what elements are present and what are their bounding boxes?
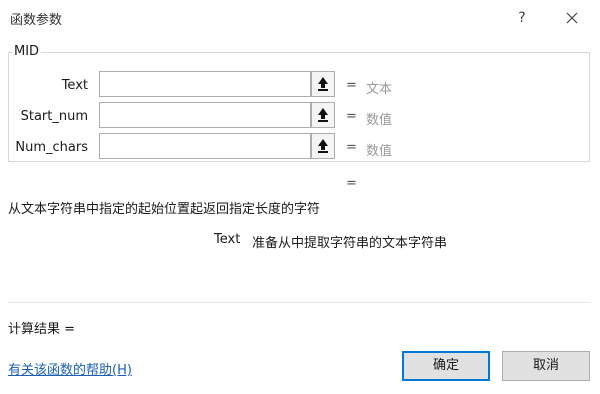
title-bar: 函数参数 ? — [0, 0, 600, 36]
current-param-description: 准备从中提取字符串的文本字符串 — [252, 236, 448, 251]
close-icon[interactable] — [560, 6, 584, 30]
dialog-title: 函数参数 — [10, 13, 63, 28]
text-input[interactable] — [99, 71, 311, 97]
arg-type-hint: 文本 — [366, 82, 393, 97]
divider — [8, 302, 590, 303]
collapse-dialog-button-num-chars[interactable] — [311, 133, 335, 159]
help-button[interactable]: ? — [510, 6, 534, 30]
calc-result-label: 计算结果 = — [8, 322, 76, 337]
cancel-button[interactable]: 取消 — [502, 351, 590, 381]
equals-sign: = — [346, 78, 357, 93]
equals-sign: = — [346, 109, 357, 124]
arg-label-text: Text — [61, 78, 88, 93]
collapse-dialog-button-text[interactable] — [311, 71, 335, 97]
num-chars-input[interactable] — [99, 133, 311, 159]
function-result-equals: = — [346, 176, 357, 191]
function-arguments-dialog: 函数参数 ? MID Text = 文本 Start_num = 数值 Num_… — [0, 0, 600, 394]
arrow-up-icon — [318, 77, 328, 91]
arg-label-start-num: Start_num — [20, 109, 88, 124]
equals-sign: = — [346, 140, 357, 155]
current-param-name: Text — [214, 232, 241, 247]
arrow-up-icon — [318, 108, 328, 122]
start-num-input[interactable] — [99, 102, 311, 128]
function-name: MID — [12, 44, 42, 59]
function-help-link[interactable]: 有关该函数的帮助(H) — [8, 359, 132, 378]
arg-label-num-chars: Num_chars — [15, 140, 88, 155]
function-description: 从文本字符串中指定的起始位置起返回指定长度的字符 — [8, 202, 321, 217]
ok-button[interactable]: 确定 — [402, 351, 490, 381]
arg-type-hint: 数值 — [366, 144, 393, 159]
arrow-up-icon — [318, 139, 328, 153]
arg-type-hint: 数值 — [366, 113, 393, 128]
collapse-dialog-button-start-num[interactable] — [311, 102, 335, 128]
